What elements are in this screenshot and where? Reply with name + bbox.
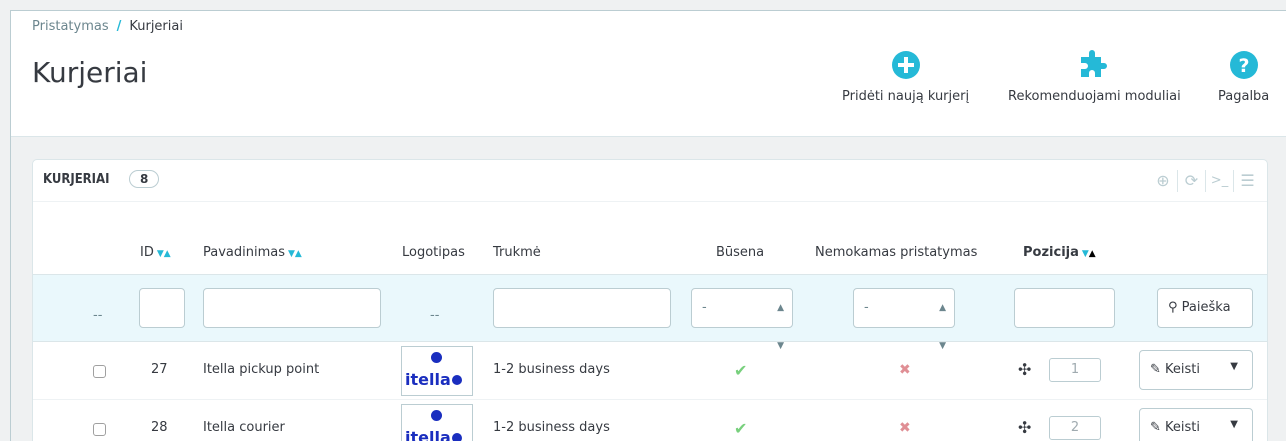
filter-free-select[interactable]: - ▲ ▼	[853, 288, 955, 351]
plus-circle-icon	[842, 49, 969, 81]
column-header-position: Pozicija ▼▲	[1023, 245, 1096, 260]
row-delay: 1-2 business days	[493, 420, 610, 435]
chevron-down-icon[interactable]: ▼	[1230, 361, 1238, 372]
page-header: Pristatymas / Kurjeriai Kurjeriai Pridėti …	[11, 11, 1286, 137]
filter-row: -- -- - ▲ ▼ - ▲ ▼ ⚲ Paieška	[33, 274, 1267, 351]
main-frame: Pristatymas / Kurjeriai Kurjeriai Pridėti …	[10, 10, 1286, 441]
sql-query-icon[interactable]: >_	[1205, 170, 1233, 192]
breadcrumb-parent[interactable]: Pristatymas	[32, 19, 109, 34]
column-header-id: ID ▼▲	[140, 245, 171, 260]
recommended-modules-label: Rekomenduojami moduliai	[1008, 89, 1181, 104]
recommended-modules-button[interactable]: Rekomenduojami moduliai	[1008, 49, 1181, 104]
breadcrumb: Pristatymas / Kurjeriai	[32, 19, 183, 34]
drag-move-icon[interactable]: ✣	[1018, 418, 1031, 437]
column-id-label: ID	[140, 245, 154, 260]
column-header-name: Pavadinimas ▼▲	[203, 245, 302, 260]
row-delay: 1-2 business days	[493, 362, 610, 377]
row-id: 28	[151, 420, 168, 435]
logo-text: itella	[405, 370, 462, 389]
add-carrier-label: Pridėti naują kurjerį	[842, 89, 970, 104]
column-header-status: Būsena	[716, 245, 765, 260]
sort-icon[interactable]: ▼▲	[288, 249, 302, 259]
row-checkbox[interactable]	[93, 365, 106, 378]
sort-icon[interactable]: ▼▲	[1082, 249, 1096, 259]
filter-placeholder-dash: --	[93, 308, 103, 323]
status-enabled-check-icon[interactable]: ✔	[734, 419, 747, 438]
free-shipping-no-cross-icon[interactable]: ✖	[899, 420, 911, 436]
count-badge: 8	[129, 170, 160, 188]
table-row[interactable]: 27 Itella pickup point itella 1-2 busine…	[33, 342, 1267, 400]
drag-move-icon[interactable]: ✣	[1018, 360, 1031, 379]
row-checkbox[interactable]	[93, 423, 106, 436]
help-label: Pagalba	[1218, 89, 1270, 104]
carrier-logo: itella	[401, 346, 473, 396]
breadcrumb-current: Kurjeriai	[129, 19, 183, 34]
position-value: 1	[1049, 358, 1101, 382]
search-button-label: Paieška	[1181, 300, 1231, 315]
filter-status-value: -	[702, 300, 707, 315]
breadcrumb-separator: /	[116, 19, 122, 34]
pencil-icon: ✎	[1150, 362, 1161, 377]
pencil-icon: ✎	[1150, 420, 1161, 435]
column-position-label: Pozicija	[1023, 245, 1079, 260]
position-value: 2	[1049, 416, 1101, 440]
filter-delay-input[interactable]	[493, 288, 671, 328]
search-icon: ⚲	[1168, 300, 1178, 315]
panel-heading: KURJERIAI 8 ⊕ ⟳ >_ ☰	[33, 160, 1267, 202]
edit-button-label: ✎ Keisti	[1150, 420, 1201, 435]
help-button[interactable]: ? Pagalba	[1218, 49, 1269, 104]
free-shipping-no-cross-icon[interactable]: ✖	[899, 362, 911, 378]
database-icon[interactable]: ☰	[1233, 170, 1261, 192]
panel-actions: ⊕ ⟳ >_ ☰	[1149, 170, 1261, 192]
sort-icon[interactable]: ▼▲	[157, 249, 171, 259]
logo-text: itella	[405, 428, 462, 441]
carriers-panel: KURJERIAI 8 ⊕ ⟳ >_ ☰ ID ▼▲ Pavadinimas ▼▲ …	[32, 159, 1268, 441]
column-header-free-shipping: Nemokamas pristatymas	[815, 245, 978, 260]
puzzle-icon	[1008, 49, 1181, 81]
question-circle-icon: ?	[1218, 49, 1269, 81]
svg-text:?: ?	[1238, 55, 1249, 77]
add-carrier-button[interactable]: Pridėti naują kurjerį	[842, 49, 969, 104]
edit-button[interactable]: ✎ Keisti ▼	[1139, 350, 1253, 390]
row-id: 27	[151, 362, 168, 377]
logo-dot	[431, 410, 442, 421]
edit-button-label: ✎ Keisti	[1150, 362, 1201, 377]
table-row[interactable]: 28 Itella courier itella 1-2 business da…	[33, 400, 1267, 441]
filter-name-input[interactable]	[203, 288, 381, 328]
carrier-logo: itella	[401, 404, 473, 441]
filter-logo-dash: --	[430, 308, 440, 323]
logo-dot	[431, 352, 442, 363]
column-name-label: Pavadinimas	[203, 245, 285, 260]
panel-title: KURJERIAI	[43, 172, 110, 187]
status-enabled-check-icon[interactable]: ✔	[734, 361, 747, 380]
row-name: Itella pickup point	[203, 362, 320, 377]
refresh-icon[interactable]: ⟳	[1177, 170, 1205, 192]
search-button[interactable]: ⚲ Paieška	[1157, 288, 1253, 328]
filter-id-input[interactable]	[139, 288, 185, 328]
page-title: Kurjeriai	[32, 56, 148, 89]
column-header-delay: Trukmė	[493, 245, 541, 260]
filter-position-input[interactable]	[1014, 288, 1115, 328]
filter-status-select[interactable]: - ▲ ▼	[691, 288, 793, 351]
row-name: Itella courier	[203, 420, 285, 435]
add-new-icon[interactable]: ⊕	[1149, 170, 1177, 192]
filter-free-value: -	[864, 300, 869, 315]
column-header-logo: Logotipas	[402, 245, 465, 260]
edit-button[interactable]: ✎ Keisti ▼	[1139, 408, 1253, 441]
chevron-down-icon[interactable]: ▼	[1230, 419, 1238, 430]
